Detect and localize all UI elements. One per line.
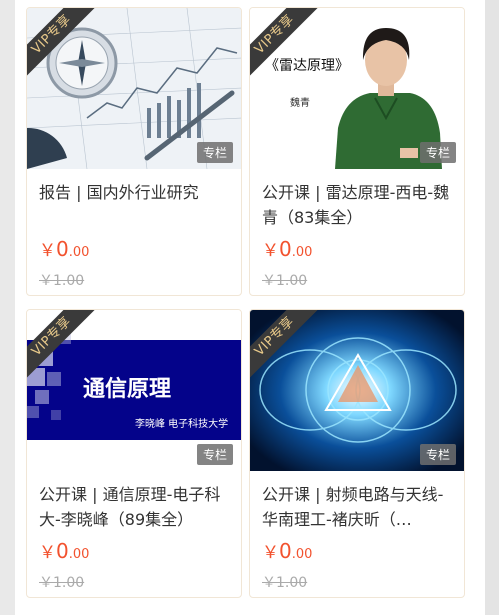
price-decimal: .00 (291, 245, 313, 260)
course-list-page: VIP专享 专栏 报告 | 国内外行业研究 ￥0.00 ￥1.00 《雷达原理》… (15, 0, 485, 615)
course-card[interactable]: 《雷达原理》 魏青 VIP专享 专栏 公开课 | 雷达原理-西电-魏青（83集全… (249, 7, 465, 296)
course-card[interactable]: 通信原理 李晓峰 电子科技大学 VIP专享 专栏 公开课 | 通信原理-电子科大… (26, 309, 242, 598)
column-tag: 专栏 (419, 444, 456, 465)
price-integer: 0 (56, 237, 69, 261)
course-card[interactable]: VIP专享 专栏 报告 | 国内外行业研究 ￥0.00 ￥1.00 (26, 7, 242, 296)
price-currency: ￥ (262, 241, 279, 261)
column-tag: 专栏 (419, 142, 456, 163)
price-decimal: .00 (68, 547, 90, 562)
thumb-sub-text: 李晓峰 电子科技大学 (135, 417, 228, 430)
price: ￥0.00 (39, 538, 89, 563)
price-decimal: .00 (68, 245, 90, 260)
price-decimal: .00 (291, 547, 313, 562)
price: ￥0.00 (39, 236, 89, 261)
thumb-name-text: 魏青 (290, 96, 310, 109)
course-title[interactable]: 公开课 | 射频电路与天线-华南理工-褚庆昕（… (262, 482, 457, 532)
original-price: ￥1.00 (39, 273, 85, 289)
thumb-title-text: 通信原理 (83, 376, 171, 402)
original-price: ￥1.00 (262, 575, 308, 591)
course-thumbnail: VIP专享 专栏 (27, 8, 241, 169)
scrollbar[interactable] (485, 0, 499, 615)
price-currency: ￥ (262, 543, 279, 563)
price-integer: 0 (279, 539, 292, 563)
price-integer: 0 (279, 237, 292, 261)
column-tag: 专栏 (196, 444, 233, 465)
price-integer: 0 (56, 539, 69, 563)
course-thumbnail: VIP专享 专栏 (250, 310, 464, 471)
price-currency: ￥ (39, 543, 56, 563)
course-thumbnail: 通信原理 李晓峰 电子科技大学 VIP专享 专栏 (27, 310, 241, 471)
column-tag: 专栏 (196, 142, 233, 163)
course-title[interactable]: 报告 | 国内外行业研究 (39, 180, 234, 205)
price: ￥0.00 (262, 236, 312, 261)
price-currency: ￥ (39, 241, 56, 261)
price: ￥0.00 (262, 538, 312, 563)
original-price: ￥1.00 (39, 575, 85, 591)
course-title[interactable]: 公开课 | 通信原理-电子科大-李晓峰（89集全） (39, 482, 234, 532)
course-thumbnail: 《雷达原理》 魏青 VIP专享 专栏 (250, 8, 464, 169)
original-price: ￥1.00 (262, 273, 308, 289)
thumb-title-text: 《雷达原理》 (265, 58, 349, 74)
course-title[interactable]: 公开课 | 雷达原理-西电-魏青（83集全） (262, 180, 457, 230)
course-card[interactable]: VIP专享 专栏 公开课 | 射频电路与天线-华南理工-褚庆昕（… ￥0.00 … (249, 309, 465, 598)
